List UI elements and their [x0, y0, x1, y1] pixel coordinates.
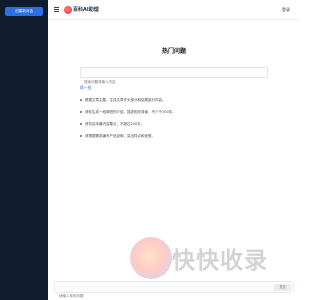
refresh-link[interactable]: 换一批: [80, 85, 91, 91]
bullet-icon: [80, 123, 82, 125]
suggestion-item[interactable]: 根据文章主题，生成文章开头部分和结尾部分内容。: [80, 97, 176, 109]
suggestion-text: 请你生成一段简短的介绍，描述相关背景，不少于300字。: [85, 110, 176, 114]
bullet-icon: [80, 111, 82, 113]
suggestion-item[interactable]: 请根据需求编写产品说明，突出特点和优势。: [80, 133, 176, 145]
suggestion-item[interactable]: 请你生成一段简短的介绍，描述相关背景，不少于300字。: [80, 109, 176, 121]
search-input[interactable]: [81, 77, 267, 87]
composer-input[interactable]: [55, 291, 255, 300]
suggestion-text: 请根据需求编写产品说明，突出特点和优势。: [85, 134, 155, 138]
suggestion-text: 请总结本篇内容要点，不超过200字。: [85, 122, 145, 126]
header: 百科AI助理 登录: [48, 0, 300, 20]
page-title: 热门问题: [161, 48, 186, 55]
new-chat-button[interactable]: 创建新对话: [5, 7, 43, 16]
menu-icon[interactable]: [54, 7, 59, 12]
bullet-icon: [80, 99, 82, 101]
suggestion-item[interactable]: 请总结本篇内容要点，不超过200字。: [80, 121, 176, 133]
search-box[interactable]: [80, 67, 268, 87]
bullet-icon: [80, 135, 82, 137]
suggestion-text: 根据文章主题，生成文章开头部分和结尾部分内容。: [85, 98, 166, 102]
logo-icon: [64, 6, 72, 14]
suggestion-list: 根据文章主题，生成文章开头部分和结尾部分内容。 请你生成一段简短的介绍，描述相关…: [80, 97, 176, 145]
brand-name: 百科AI助理: [73, 7, 99, 13]
composer[interactable]: 发送: [54, 281, 294, 300]
watermark-text: 快快收录: [172, 248, 268, 274]
login-link[interactable]: 登录: [282, 7, 290, 13]
watermark-logo-icon: [130, 237, 172, 279]
send-button[interactable]: 发送: [274, 284, 291, 291]
sidebar: 创建新对话: [0, 0, 48, 300]
